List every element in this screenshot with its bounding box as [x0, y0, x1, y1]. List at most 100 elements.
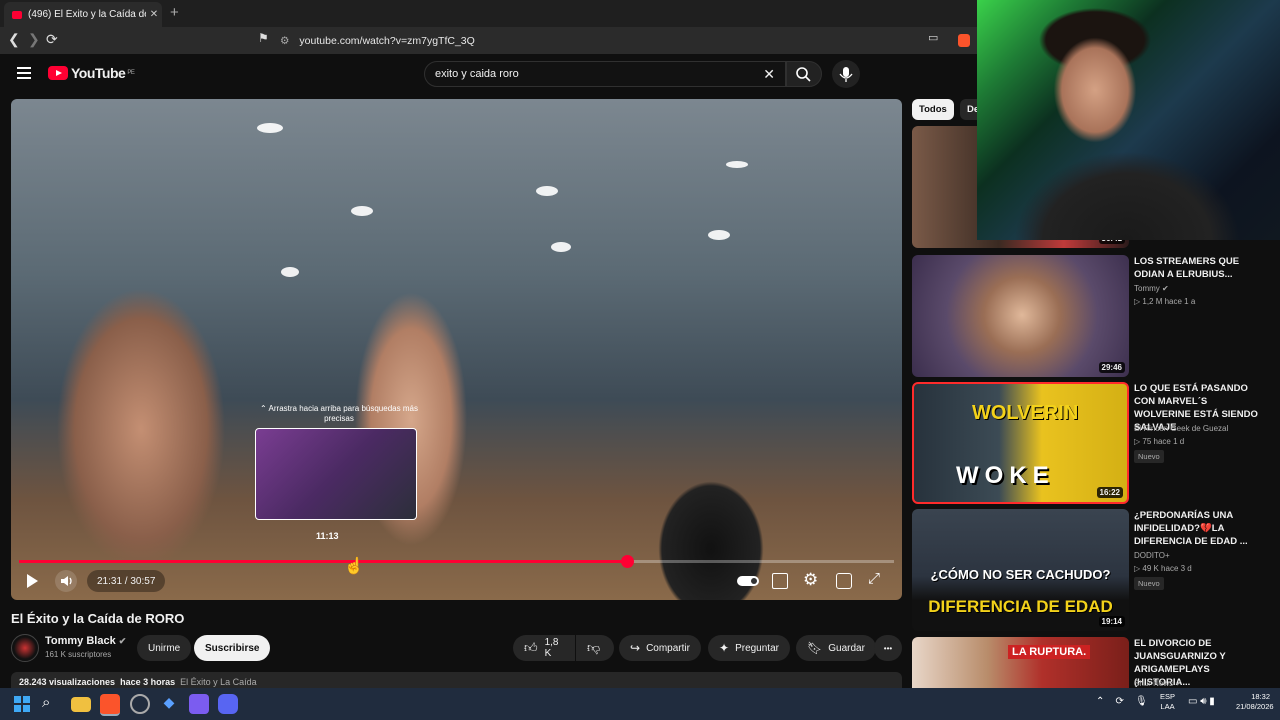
verified-icon: ✔: [1175, 679, 1183, 688]
share-button[interactable]: ↪ Compartir: [619, 635, 701, 661]
sparkle-icon: ✦: [719, 641, 730, 655]
channel-name[interactable]: Tommy Black ✔: [45, 635, 126, 647]
video-tags: El Éxito y La Caída: [180, 677, 257, 687]
more-actions-button[interactable]: •••: [874, 635, 902, 661]
url-field[interactable]: ⚙ youtube.com/watch?v=zm7ygTfC_3Q: [280, 30, 920, 51]
channel-avatar[interactable]: [11, 634, 39, 662]
microphone-icon: [839, 67, 853, 82]
forward-icon[interactable]: ❯: [28, 31, 40, 48]
search-taskbar-icon[interactable]: ⌕: [42, 694, 62, 714]
webcam-overlay: [977, 0, 1280, 240]
sidebar-thumbnail[interactable]: 29:46: [912, 255, 1129, 377]
search-button[interactable]: [786, 61, 822, 87]
tray-chevron-icon[interactable]: ⌃: [1096, 696, 1104, 707]
new-badge: Nuevo: [1134, 577, 1164, 590]
sidebar-thumbnail[interactable]: LA RUPTURA.: [912, 637, 1129, 688]
verified-icon: ✔: [1162, 284, 1169, 293]
cast-icon[interactable]: ▭: [928, 31, 938, 44]
windows-start-icon[interactable]: [12, 694, 32, 714]
browser-tab[interactable]: (496) El Éxito y la Caída de RORO ✕: [4, 2, 162, 27]
sidebar-video-title[interactable]: LOS STREAMERS QUE ODIAN A ELRUBIUS...: [1134, 255, 1266, 281]
like-button[interactable]: 👍︎ 1,8 K: [513, 635, 575, 661]
ask-button[interactable]: ✦ Preguntar: [708, 635, 790, 661]
new-badge: Nuevo: [1134, 450, 1164, 463]
verified-icon: ✔: [118, 636, 127, 646]
drag-hint-text: ⌃ Arrastra hacia arriba para búsquedas m…: [260, 404, 418, 423]
youtube-logo[interactable]: YouTube PE: [48, 65, 135, 81]
thumbnail-text: LA RUPTURA.: [1008, 645, 1091, 659]
settings-gear-icon[interactable]: ⚙: [803, 570, 818, 590]
language-indicator[interactable]: ESP LAA: [1160, 692, 1175, 712]
search-input[interactable]: exito y caida roro ✕: [424, 61, 786, 87]
autoplay-toggle[interactable]: [737, 576, 759, 586]
join-button[interactable]: Unirme: [137, 635, 192, 661]
video-player[interactable]: ⌃ Arrastra hacia arriba para búsquedas m…: [11, 99, 902, 600]
subscribe-button[interactable]: Suscribirse: [194, 635, 271, 661]
tab-close-icon[interactable]: ✕: [146, 9, 162, 20]
sidebar-channel[interactable]: Shur News ✔: [1134, 679, 1182, 688]
browser-tab-bar: (496) El Éxito y la Caída de RORO ✕ +: [0, 0, 977, 27]
new-tab-button[interactable]: +: [170, 4, 179, 21]
bookmark-icon[interactable]: ⚑: [258, 31, 269, 45]
tab-title: (496) El Éxito y la Caída de RORO: [28, 9, 146, 20]
bookmark-save-icon: 🔖︎: [807, 641, 823, 655]
time-display: 21:31 / 30:57: [87, 570, 166, 592]
speaker-icon: [61, 576, 72, 586]
sidebar-thumbnail[interactable]: ¿CÓMO NO SER CACHUDO? DIFERENCIA DE EDAD…: [912, 509, 1129, 631]
search-value: exito y caida roro: [435, 68, 519, 80]
fullscreen-icon[interactable]: ⤢: [868, 570, 880, 587]
thumbnail-subtext: DIFERENCIA DE EDAD: [928, 597, 1113, 616]
sidebar-channel[interactable]: DODITO+: [1134, 551, 1170, 560]
clock[interactable]: 18:32 21/08/2026: [1236, 692, 1274, 712]
ceiling-light: [351, 206, 373, 216]
chevron-up-icon: ⌃: [260, 404, 269, 413]
sidebar-meta: ▷ 49 K hace 3 d: [1134, 564, 1192, 573]
duration-badge: 29:46: [1098, 362, 1125, 373]
mouse-cursor-icon: ☝: [344, 558, 364, 575]
save-button[interactable]: 🔖︎ Guardar: [796, 635, 876, 661]
youtube-favicon-icon: [12, 10, 22, 19]
back-icon[interactable]: ❮: [8, 31, 20, 48]
thumbs-up-icon: 👍︎: [524, 640, 538, 655]
brave-browser-icon[interactable]: [100, 694, 120, 716]
microphone-tray-icon[interactable]: 🎙︎: [1135, 696, 1148, 707]
ceiling-light: [536, 186, 558, 196]
menu-icon[interactable]: [17, 67, 31, 82]
dislike-button[interactable]: 👎︎: [576, 635, 614, 661]
sidebar-thumbnail[interactable]: WOLVERIN WOKE 16:22: [912, 382, 1129, 504]
voice-search-button[interactable]: [832, 60, 860, 88]
app-diamond-icon[interactable]: ◆: [159, 694, 179, 714]
logo-text: YouTube: [71, 65, 126, 81]
duration-badge: 19:14: [1098, 616, 1125, 627]
network-sync-icon[interactable]: ⟳: [1116, 696, 1124, 707]
clear-search-icon[interactable]: ✕: [763, 66, 775, 83]
video-title: El Éxito y la Caída de RORO: [11, 611, 185, 626]
app-grid-icon[interactable]: [189, 694, 209, 714]
ceiling-light: [551, 242, 571, 252]
sidebar-channel[interactable]: El Rincón Geek de Guezal: [1134, 424, 1228, 433]
file-explorer-icon[interactable]: [71, 697, 91, 712]
upload-age: hace 3 horas: [120, 677, 176, 687]
ceiling-light: [257, 123, 283, 133]
seek-preview-thumbnail: [255, 428, 417, 520]
sidebar-meta: ▷ 75 hace 1 d: [1134, 437, 1185, 446]
sidebar-channel[interactable]: Tommy ✔: [1134, 284, 1169, 293]
subscriber-count: 161 K suscriptores: [45, 650, 112, 659]
brave-shield-icon[interactable]: [958, 34, 970, 47]
progress-bar[interactable]: [19, 560, 894, 563]
site-info-icon[interactable]: ⚙: [280, 35, 289, 47]
chip-all[interactable]: Todos: [912, 99, 954, 120]
theater-mode-icon[interactable]: [836, 573, 852, 589]
progress-scrubber[interactable]: [621, 555, 634, 568]
windows-taskbar: ⌕ ◆ ⌃ ⟳ 🎙︎ ESP LAA ▭ 🔊︎ ▮ 18:32 21/08/20…: [0, 688, 1280, 720]
reload-icon[interactable]: ⟳: [46, 31, 58, 48]
sidebar-video-title[interactable]: ¿PERDONARÍAS UNA INFIDELIDAD?💔LA DIFEREN…: [1134, 509, 1266, 548]
wifi-volume-battery-icon[interactable]: ▭ 🔊︎ ▮: [1188, 696, 1215, 707]
thumbnail-subtext: WOKE: [956, 462, 1055, 489]
obs-icon[interactable]: [130, 694, 150, 714]
play-icon[interactable]: [24, 573, 40, 589]
volume-icon[interactable]: [55, 570, 77, 592]
discord-icon[interactable]: [218, 694, 238, 714]
subtitles-icon[interactable]: [772, 573, 788, 589]
search-icon: [796, 67, 811, 82]
